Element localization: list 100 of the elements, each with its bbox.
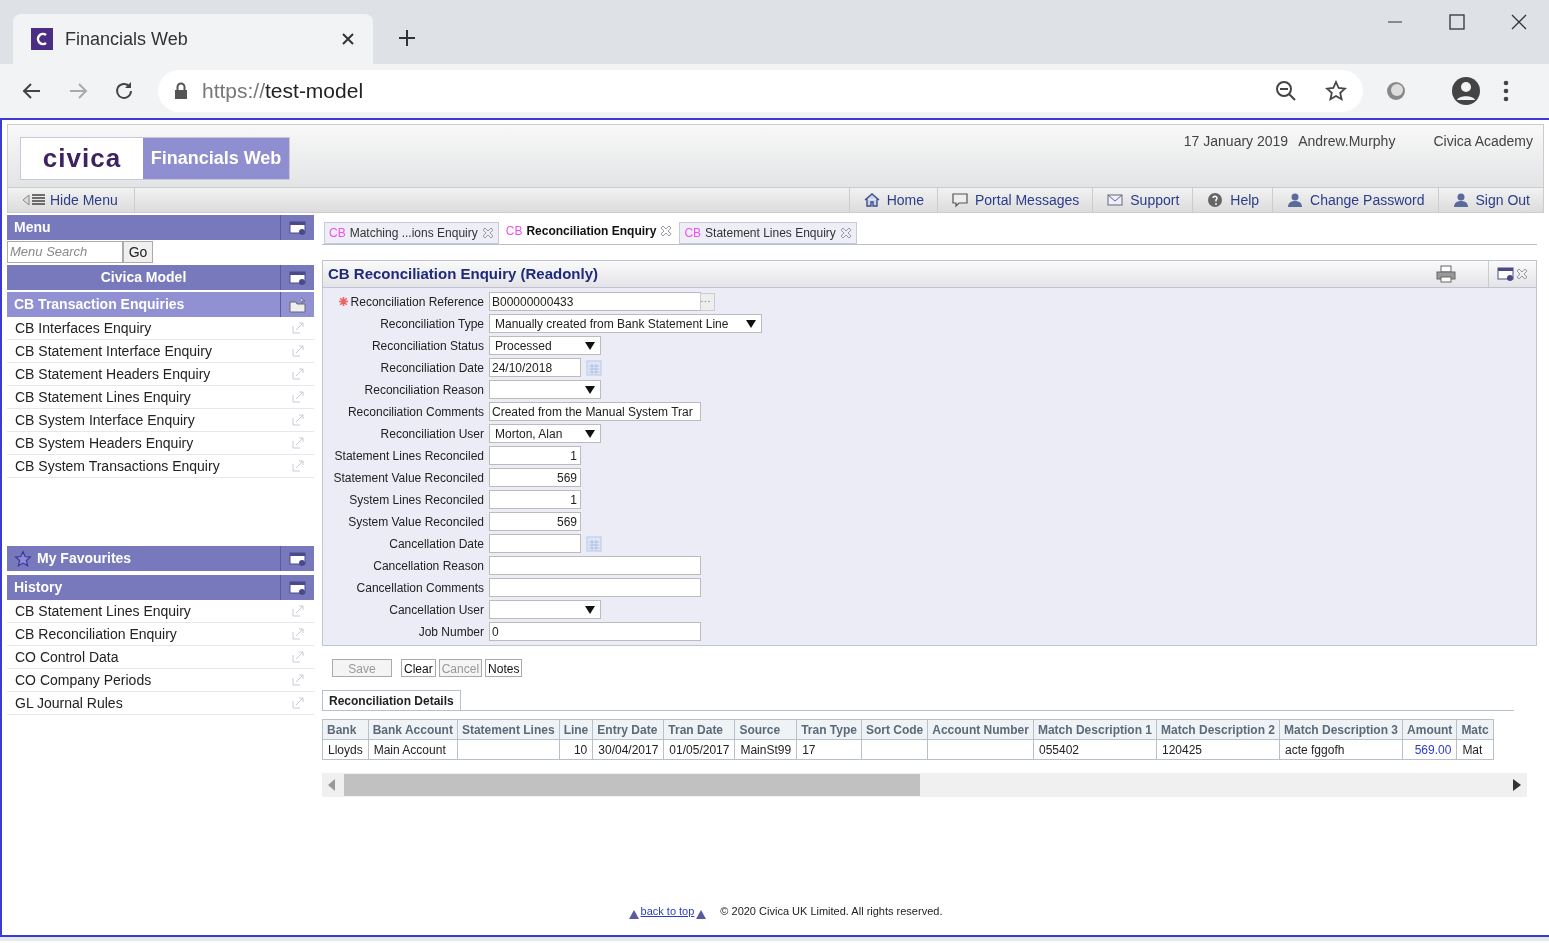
scrollbar-thumb[interactable]	[344, 774, 920, 796]
number-field[interactable]: 1	[489, 446, 581, 465]
browser-tab[interactable]: Financials Web	[13, 14, 373, 64]
column-header[interactable]: Bank	[322, 719, 369, 740]
select-field[interactable]: Manually created from Bank Statement Line	[489, 314, 762, 333]
external-link-icon[interactable]	[292, 651, 304, 663]
ellipsis-icon	[701, 300, 710, 303]
action-button[interactable]: Notes	[485, 659, 523, 677]
column-header[interactable]: Line	[559, 719, 593, 740]
select-field[interactable]: Processed	[489, 336, 601, 355]
lookup-button[interactable]	[700, 292, 715, 311]
nav-link[interactable]: Support	[1092, 188, 1193, 212]
select-field[interactable]	[489, 600, 601, 619]
document-tab[interactable]: CB Statement Lines Enquiry	[679, 222, 857, 244]
menu-item[interactable]: CB System Transactions Enquiry	[7, 455, 314, 478]
panel-toggle-icon[interactable]	[288, 579, 307, 596]
history-item[interactable]: GL Journal Rules	[7, 692, 314, 715]
scroll-left-icon[interactable]	[328, 779, 336, 791]
new-tab-icon[interactable]	[397, 28, 417, 48]
address-bar[interactable]: https://test-model	[158, 70, 1363, 112]
external-link-icon[interactable]	[292, 628, 304, 640]
menu-item[interactable]: CB System Headers Enquiry	[7, 432, 314, 455]
history-item[interactable]: CO Control Data	[7, 646, 314, 669]
column-header[interactable]: Tran Date	[663, 719, 735, 740]
menu-item[interactable]: CB Statement Interface Enquiry	[7, 340, 314, 363]
column-header[interactable]: Tran Type	[796, 719, 862, 740]
external-link-icon[interactable]	[292, 437, 304, 449]
hide-menu-button[interactable]: Hide Menu	[8, 188, 135, 212]
menu-item[interactable]: CB Statement Lines Enquiry	[7, 386, 314, 409]
menu-search-field[interactable]: Menu Search	[7, 241, 123, 263]
external-link-icon[interactable]	[292, 391, 304, 403]
panel-toggle-icon[interactable]	[288, 219, 307, 236]
column-header[interactable]: Match Description 1	[1033, 719, 1157, 740]
nav-link[interactable]: Portal Messages	[937, 188, 1093, 212]
menu-icon[interactable]	[1503, 80, 1509, 102]
nav-link[interactable]: Sign Out	[1437, 188, 1543, 212]
product-name: Financials Web	[143, 138, 289, 179]
external-link-icon[interactable]	[292, 368, 304, 380]
history-item[interactable]: CB Statement Lines Enquiry	[7, 600, 314, 623]
details-tab[interactable]: Reconciliation Details	[322, 690, 461, 710]
go-button[interactable]: Go	[123, 241, 153, 263]
date-field[interactable]	[489, 534, 581, 553]
external-link-icon[interactable]	[292, 345, 304, 357]
horizontal-scrollbar[interactable]	[322, 773, 1527, 797]
column-header[interactable]: Sort Code	[861, 719, 928, 740]
column-header[interactable]: Match Description 2	[1156, 719, 1280, 740]
select-field[interactable]	[489, 380, 601, 399]
external-link-icon[interactable]	[292, 674, 304, 686]
date-text: 17 January 2019	[1183, 132, 1289, 151]
column-header[interactable]: Match Description 3	[1279, 719, 1403, 740]
external-link-icon[interactable]	[292, 414, 304, 426]
history-item[interactable]: CO Company Periods	[7, 669, 314, 692]
nav-link[interactable]: Change Password	[1272, 188, 1438, 212]
text-field[interactable]	[489, 556, 701, 575]
maximize-icon[interactable]	[1449, 14, 1465, 30]
menu-item[interactable]: CB Interfaces Enquiry	[7, 317, 314, 340]
external-link-icon[interactable]	[292, 460, 304, 472]
number-field[interactable]: 569	[489, 512, 581, 531]
column-header[interactable]: Amount	[1402, 719, 1457, 740]
folder-icon[interactable]	[288, 296, 307, 313]
panel-toggle-icon[interactable]	[288, 269, 307, 286]
text-field[interactable]: 0	[489, 622, 701, 641]
external-link-icon[interactable]	[292, 322, 304, 334]
star-icon[interactable]	[1325, 80, 1347, 102]
text-field[interactable]: B00000000433	[489, 292, 701, 311]
column-header[interactable]: Account Number	[927, 719, 1034, 740]
scroll-right-icon[interactable]	[1513, 779, 1521, 791]
extension-icon[interactable]	[1385, 80, 1407, 102]
close-icon[interactable]	[1511, 14, 1527, 30]
action-button[interactable]: Clear	[401, 659, 436, 677]
account-icon[interactable]	[1451, 76, 1481, 106]
printer-icon[interactable]	[1436, 265, 1456, 283]
nav-link[interactable]: Help	[1192, 188, 1273, 212]
calendar-icon[interactable]	[586, 359, 602, 376]
panel-toggle-icon[interactable]	[288, 550, 307, 567]
number-field[interactable]: 1	[489, 490, 581, 509]
external-link-icon[interactable]	[292, 697, 304, 709]
menu-item[interactable]: CB System Interface Enquiry	[7, 409, 314, 432]
column-header[interactable]: Bank Account	[368, 719, 458, 740]
column-header[interactable]: Source	[734, 719, 797, 740]
table-cell: 10	[559, 739, 593, 760]
back-to-top-link[interactable]: back to top	[640, 902, 695, 920]
text-field[interactable]: Created from the Manual System Trar	[489, 402, 701, 421]
nav-link[interactable]: Home	[848, 188, 937, 212]
column-header[interactable]: Entry Date	[592, 719, 664, 740]
calendar-icon[interactable]	[586, 535, 602, 552]
close-icon[interactable]	[341, 32, 355, 46]
help-icon	[1206, 191, 1225, 209]
column-header[interactable]: Statement Lines	[457, 719, 560, 740]
menu-item[interactable]: CB Statement Headers Enquiry	[7, 363, 314, 386]
select-field[interactable]: Morton, Alan	[489, 424, 601, 443]
zoom-out-icon[interactable]	[1275, 80, 1297, 102]
document-tab[interactable]: CB Matching ...ions Enquiry	[324, 222, 499, 244]
text-field[interactable]	[489, 578, 701, 597]
panel-toggle-icon[interactable]	[1497, 266, 1515, 282]
column-header[interactable]: Matc	[1456, 719, 1494, 740]
external-link-icon[interactable]	[292, 605, 304, 617]
history-item[interactable]: CB Reconciliation Enquiry	[7, 623, 314, 646]
date-field[interactable]: 24/10/2018	[489, 358, 581, 377]
number-field[interactable]: 569	[489, 468, 581, 487]
